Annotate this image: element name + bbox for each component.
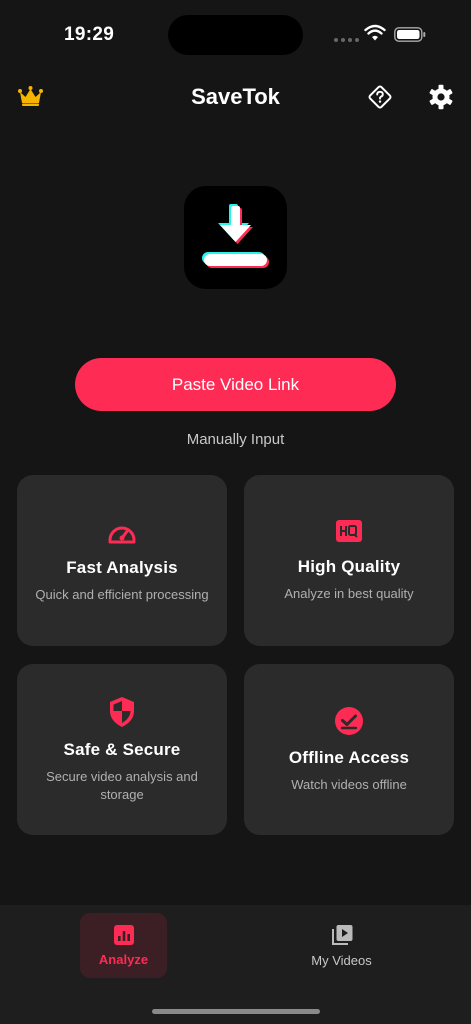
status-bar: 19:29 — [0, 0, 471, 70]
gear-icon[interactable] — [428, 84, 454, 110]
feature-title: Safe & Secure — [63, 739, 181, 759]
offline-check-icon — [335, 706, 363, 735]
feature-title: Fast Analysis — [66, 557, 178, 577]
feature-card-high-quality: High Quality Analyze in best quality — [244, 475, 454, 646]
battery-icon — [394, 27, 426, 42]
tab-my-videos[interactable]: My Videos — [298, 913, 385, 978]
feature-card-offline-access: Offline Access Watch videos offline — [244, 664, 454, 835]
app-logo — [184, 186, 287, 289]
hq-icon — [336, 519, 362, 542]
feature-card-safe-secure: Safe & Secure Secure video analysis and … — [17, 664, 227, 835]
chart-icon — [113, 925, 134, 945]
video-library-icon — [331, 925, 352, 945]
feature-title: Offline Access — [288, 747, 410, 767]
feature-card-fast-analysis: Fast Analysis Quick and efficient proces… — [17, 475, 227, 646]
feature-title: High Quality — [297, 556, 401, 576]
help-icon[interactable] — [366, 83, 394, 111]
cellular-signal-icon — [334, 38, 359, 42]
dynamic-island — [168, 15, 303, 55]
tab-label: My Videos — [311, 953, 372, 968]
shield-icon — [110, 696, 134, 727]
header: SaveTok — [0, 78, 471, 118]
speedometer-icon — [108, 526, 136, 543]
feature-description: Quick and efficient processing — [35, 586, 209, 602]
feature-description: Analyze in best quality — [284, 585, 414, 601]
manual-input-link[interactable]: Manually Input — [0, 431, 471, 448]
app-title: SaveTok — [191, 84, 280, 109]
tab-bar: Analyze My Videos — [0, 905, 471, 1024]
download-icon — [202, 204, 269, 268]
home-indicator — [152, 1009, 320, 1014]
feature-description: Watch videos offline — [291, 776, 407, 792]
feature-description: Secure video analysis and storage — [46, 768, 198, 802]
wifi-icon — [364, 24, 386, 41]
paste-video-link-button[interactable]: Paste Video Link — [75, 358, 396, 411]
tab-analyze[interactable]: Analyze — [80, 913, 167, 978]
tab-label: Analyze — [98, 952, 149, 967]
status-time: 19:29 — [64, 24, 115, 45]
